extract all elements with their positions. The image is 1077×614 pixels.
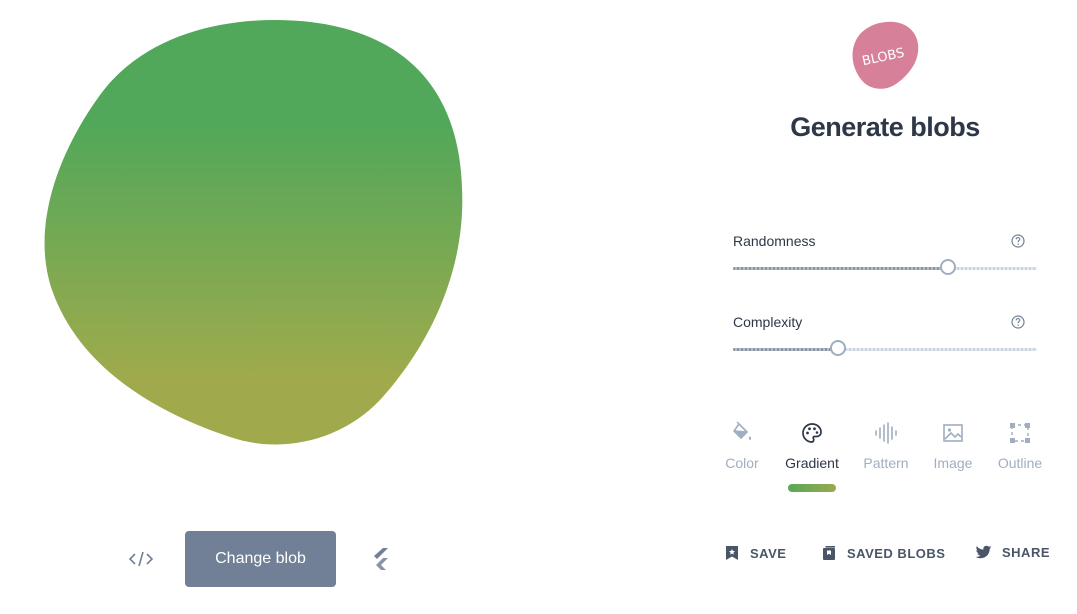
save-button[interactable]: SAVE — [724, 545, 786, 561]
help-icon[interactable] — [1011, 315, 1025, 329]
share-label: SHARE — [1002, 545, 1051, 560]
action-bar: SAVE SAVED BLOBS SHARE — [724, 545, 1054, 567]
randomness-slider-group: Randomness — [733, 233, 1037, 283]
saved-blobs-label: SAVED BLOBS — [847, 545, 946, 561]
randomness-fill — [733, 267, 949, 270]
tab-image-label: Image — [933, 455, 973, 471]
bookmark-icon — [726, 546, 738, 560]
tab-outline-label: Outline — [997, 455, 1043, 471]
palette-icon — [802, 423, 822, 443]
tab-pattern[interactable]: Pattern — [852, 420, 920, 471]
blob-canvas — [40, 10, 480, 455]
complexity-slider-group: Complexity — [733, 314, 1037, 364]
randomness-label: Randomness — [733, 233, 816, 249]
style-tabs: Color Gradient Pattern Image Outline — [714, 420, 1059, 495]
app-root: Change blob BLOBS Generate blobs Randomn… — [0, 0, 1077, 614]
flutter-button[interactable] — [368, 545, 394, 573]
tab-color-label: Color — [725, 455, 759, 471]
blob-shape — [44, 20, 463, 445]
tab-color[interactable]: Color — [708, 420, 776, 471]
complexity-thumb[interactable] — [830, 340, 847, 356]
saved-blobs-button[interactable]: SAVED BLOBS — [821, 545, 945, 561]
tab-gradient[interactable]: Gradient — [778, 420, 846, 471]
saved-blobs-icon — [823, 546, 835, 560]
flutter-icon — [374, 548, 388, 570]
share-button[interactable]: SHARE — [975, 545, 1050, 560]
help-icon[interactable] — [1011, 234, 1025, 248]
code-icon — [128, 551, 154, 567]
randomness-slider[interactable] — [733, 259, 1037, 275]
blobs-logo[interactable]: BLOBS — [846, 18, 924, 92]
active-tab-indicator — [788, 484, 836, 492]
tab-pattern-label: Pattern — [863, 455, 909, 471]
tab-outline[interactable]: Outline — [986, 420, 1054, 471]
page-title: Generate blobs — [790, 112, 980, 142]
twitter-icon — [975, 545, 992, 559]
complexity-label: Complexity — [733, 314, 803, 330]
randomness-thumb[interactable] — [939, 259, 956, 275]
outline-square-icon — [1010, 423, 1030, 443]
complexity-fill — [733, 348, 840, 351]
image-icon — [943, 424, 963, 442]
tab-gradient-label: Gradient — [785, 455, 839, 471]
paint-bucket-icon — [733, 421, 752, 440]
code-button[interactable] — [126, 546, 156, 572]
tab-image[interactable]: Image — [919, 420, 987, 471]
save-label: SAVE — [750, 545, 787, 561]
logo-blob: BLOBS — [852, 21, 919, 89]
change-blob-button[interactable]: Change blob — [185, 531, 336, 587]
complexity-slider[interactable] — [733, 340, 1037, 356]
sound-wave-icon — [875, 422, 897, 444]
